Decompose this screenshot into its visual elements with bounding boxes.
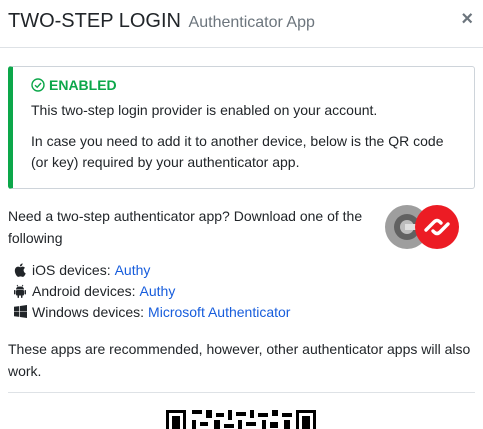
qr-code [166, 410, 316, 429]
enabled-callout: ENABLED This two-step login provider is … [8, 66, 475, 189]
recommendation-note: These apps are recommended, however, oth… [8, 341, 471, 379]
device-row-ios: iOS devices: Authy [14, 259, 290, 280]
device-label-android: Android devices: [32, 282, 136, 299]
section-divider [8, 392, 475, 393]
status-row: ENABLED [31, 77, 462, 93]
modal-header: TWO-STEP LOGIN Authenticator App × [0, 0, 483, 48]
close-button[interactable]: × [461, 9, 473, 29]
check-circle-icon [31, 78, 45, 92]
windows-icon [14, 305, 32, 318]
title-text: TWO-STEP LOGIN [8, 10, 181, 32]
microsoft-authenticator-link[interactable]: Microsoft Authenticator [148, 304, 290, 320]
enabled-message: This two-step login provider is enabled … [31, 102, 378, 118]
device-list: iOS devices: Authy Android devices: Auth… [14, 259, 290, 322]
qr-instructions: In case you need to add it to another de… [31, 133, 444, 170]
android-icon [14, 284, 32, 298]
need-app-text: Need a two-step authenticator app? Downl… [8, 208, 363, 246]
authy-icon [415, 205, 459, 249]
device-row-windows: Windows devices: Microsoft Authenticator [14, 301, 290, 322]
apple-icon [14, 262, 32, 277]
device-label-ios: iOS devices: [32, 261, 111, 278]
modal-title: TWO-STEP LOGIN Authenticator App [8, 10, 315, 33]
status-label: ENABLED [49, 77, 117, 93]
authy-ios-link[interactable]: Authy [115, 262, 151, 278]
title-subtitle: Authenticator App [188, 14, 315, 31]
authenticator-app-logos [384, 204, 460, 250]
device-label-windows: Windows devices: [32, 303, 145, 320]
device-row-android: Android devices: Authy [14, 280, 290, 301]
authy-android-link[interactable]: Authy [140, 283, 176, 299]
